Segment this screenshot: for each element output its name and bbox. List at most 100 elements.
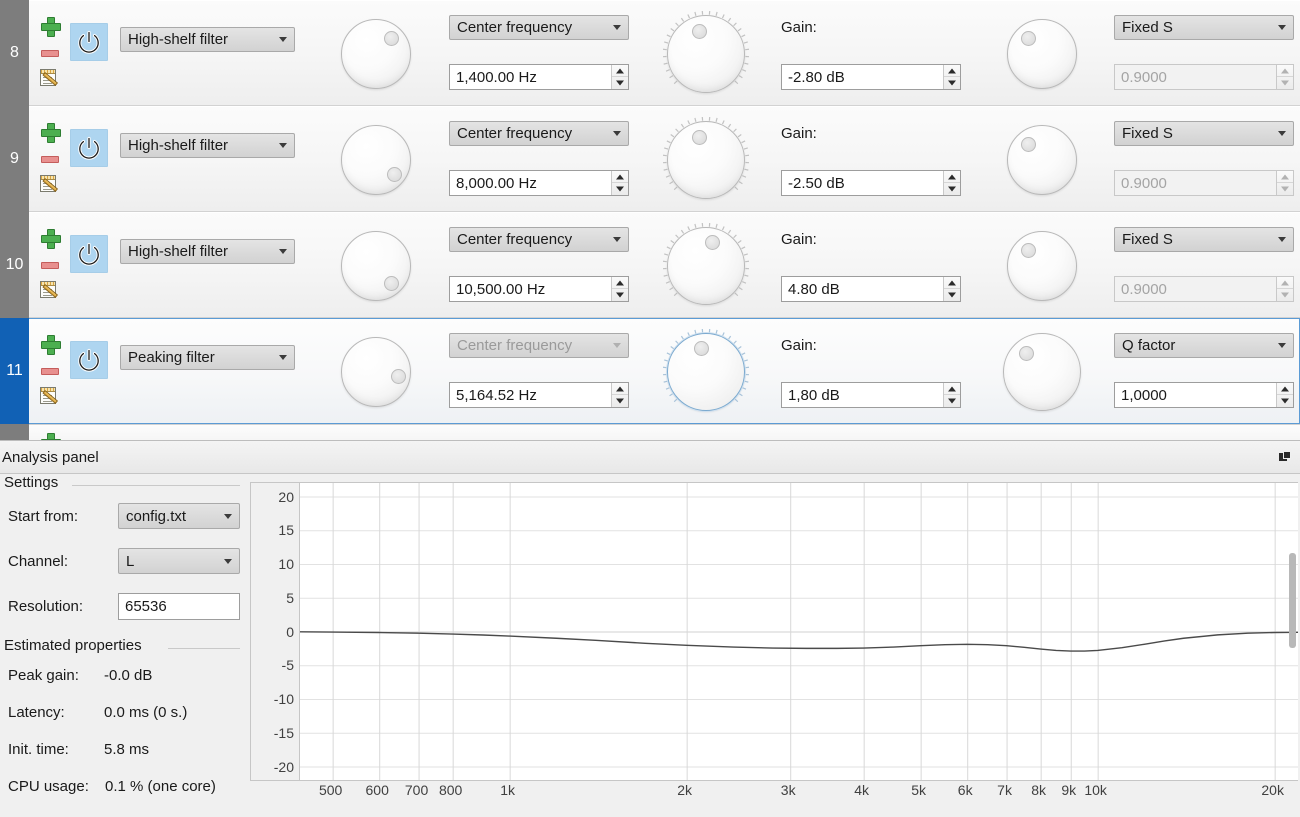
edit-note-icon[interactable] — [40, 279, 62, 301]
q-stepper[interactable]: 0.9000 — [1114, 170, 1294, 196]
filter-row-8[interactable]: 8 High-shelf filter Center frequency 1,400.… — [0, 0, 1300, 106]
gain-stepper[interactable]: 1,80 dB — [781, 382, 961, 408]
q-knob[interactable] — [999, 117, 1085, 203]
filter-type-select[interactable]: High-shelf filter — [120, 27, 295, 52]
filter-type-select[interactable]: High-shelf filter — [120, 239, 295, 264]
gain-spin-buttons[interactable] — [943, 65, 960, 89]
add-filter-icon[interactable] — [40, 431, 61, 440]
gain-knob[interactable] — [663, 223, 749, 309]
spin-down-button[interactable] — [944, 183, 960, 195]
chart-scrollbar[interactable] — [1289, 553, 1296, 648]
spin-up-button[interactable] — [944, 383, 960, 395]
frequency-spin-buttons[interactable] — [611, 383, 628, 407]
q-spin-buttons[interactable] — [1276, 171, 1293, 195]
spin-up-button[interactable] — [944, 171, 960, 183]
gain-spin-buttons[interactable] — [943, 383, 960, 407]
frequency-stepper[interactable]: 10,500.00 Hz — [449, 276, 629, 302]
frequency-spin-buttons[interactable] — [611, 65, 628, 89]
remove-filter-icon[interactable] — [40, 254, 62, 276]
spin-up-button[interactable] — [612, 65, 628, 77]
frequency-knob[interactable] — [333, 117, 419, 203]
q-spin-buttons[interactable] — [1276, 65, 1293, 89]
float-window-icon[interactable] — [1279, 450, 1292, 464]
filter-row-11[interactable]: 11 Peaking filter Center frequency 5,164.52… — [0, 318, 1300, 424]
frequency-stepper[interactable]: 5,164.52 Hz — [449, 382, 629, 408]
gain-stepper[interactable]: -2.50 dB — [781, 170, 961, 196]
power-toggle-button[interactable] — [70, 341, 108, 379]
add-filter-icon[interactable] — [40, 121, 62, 143]
frequency-param-select[interactable]: Center frequency — [449, 227, 629, 252]
spin-down-button[interactable] — [612, 289, 628, 301]
resolution-stepper[interactable]: 65536 — [118, 593, 240, 620]
q-stepper[interactable]: 0.9000 — [1114, 276, 1294, 302]
spin-down-button[interactable] — [944, 289, 960, 301]
q-param-select[interactable]: Q factor — [1114, 333, 1294, 358]
spin-down-button[interactable] — [612, 395, 628, 407]
filter-type-select[interactable]: Peaking filter — [120, 345, 295, 370]
remove-filter-icon[interactable] — [40, 42, 62, 64]
spin-up-button[interactable] — [1277, 383, 1293, 395]
spin-down-button[interactable] — [944, 395, 960, 407]
gain-stepper[interactable]: -2.80 dB — [781, 64, 961, 90]
spin-down-button[interactable] — [1277, 289, 1293, 301]
frequency-spin-buttons[interactable] — [611, 171, 628, 195]
spin-up-button[interactable] — [612, 277, 628, 289]
frequency-param-select[interactable]: Center frequency — [449, 15, 629, 40]
chart-plot-area[interactable] — [299, 483, 1298, 780]
spin-down-button[interactable] — [612, 77, 628, 89]
q-stepper[interactable]: 0.9000 — [1114, 64, 1294, 90]
spin-up-button[interactable] — [612, 171, 628, 183]
filter-type-select[interactable]: High-shelf filter — [120, 133, 295, 158]
q-spin-buttons[interactable] — [1276, 383, 1293, 407]
frequency-param-select[interactable]: Center frequency — [449, 121, 629, 146]
frequency-spin-buttons[interactable] — [611, 277, 628, 301]
spin-down-button[interactable] — [612, 183, 628, 195]
edit-note-icon[interactable] — [40, 67, 62, 89]
filter-row-10[interactable]: 10 High-shelf filter Center frequency 10,50… — [0, 212, 1300, 318]
filter-row-partial[interactable] — [0, 424, 1300, 440]
gain-knob[interactable] — [663, 11, 749, 97]
frequency-knob[interactable] — [333, 329, 419, 415]
q-spin-buttons[interactable] — [1276, 277, 1293, 301]
q-knob[interactable] — [999, 223, 1085, 309]
remove-filter-icon[interactable] — [40, 360, 62, 382]
spin-up-button[interactable] — [1277, 277, 1293, 289]
frequency-stepper[interactable]: 1,400.00 Hz — [449, 64, 629, 90]
q-param-select[interactable]: Fixed S — [1114, 15, 1294, 40]
gain-knob[interactable] — [663, 329, 749, 415]
spin-down-button[interactable] — [1277, 183, 1293, 195]
spin-down-button[interactable] — [1277, 395, 1293, 407]
frequency-knob[interactable] — [333, 11, 419, 97]
spin-up-button[interactable] — [612, 383, 628, 395]
gain-stepper[interactable]: 4.80 dB — [781, 276, 961, 302]
spin-down-button[interactable] — [944, 77, 960, 89]
q-stepper[interactable]: 1,0000 — [1114, 382, 1294, 408]
spin-down-button[interactable] — [1277, 77, 1293, 89]
add-filter-icon[interactable] — [40, 15, 62, 37]
gain-spin-buttons[interactable] — [943, 171, 960, 195]
filter-row-9[interactable]: 9 High-shelf filter Center frequency 8,000.… — [0, 106, 1300, 212]
frequency-knob[interactable] — [333, 223, 419, 309]
add-filter-icon[interactable] — [40, 333, 62, 355]
spin-up-button[interactable] — [944, 65, 960, 77]
frequency-param-select[interactable]: Center frequency — [449, 333, 629, 358]
edit-note-icon[interactable] — [40, 385, 62, 407]
q-param-select[interactable]: Fixed S — [1114, 121, 1294, 146]
channel-select[interactable]: L — [118, 548, 240, 574]
spin-up-button[interactable] — [1277, 65, 1293, 77]
remove-filter-icon[interactable] — [40, 148, 62, 170]
q-param-select[interactable]: Fixed S — [1114, 227, 1294, 252]
power-toggle-button[interactable] — [70, 129, 108, 167]
frequency-stepper[interactable]: 8,000.00 Hz — [449, 170, 629, 196]
add-filter-icon[interactable] — [40, 227, 62, 249]
gain-spin-buttons[interactable] — [943, 277, 960, 301]
gain-knob[interactable] — [663, 117, 749, 203]
power-toggle-button[interactable] — [70, 23, 108, 61]
spin-up-button[interactable] — [1277, 171, 1293, 183]
edit-note-icon[interactable] — [40, 173, 62, 195]
power-toggle-button[interactable] — [70, 235, 108, 273]
q-knob[interactable] — [999, 329, 1085, 415]
spin-up-button[interactable] — [944, 277, 960, 289]
q-knob[interactable] — [999, 11, 1085, 97]
start-from-select[interactable]: config.txt — [118, 503, 240, 529]
